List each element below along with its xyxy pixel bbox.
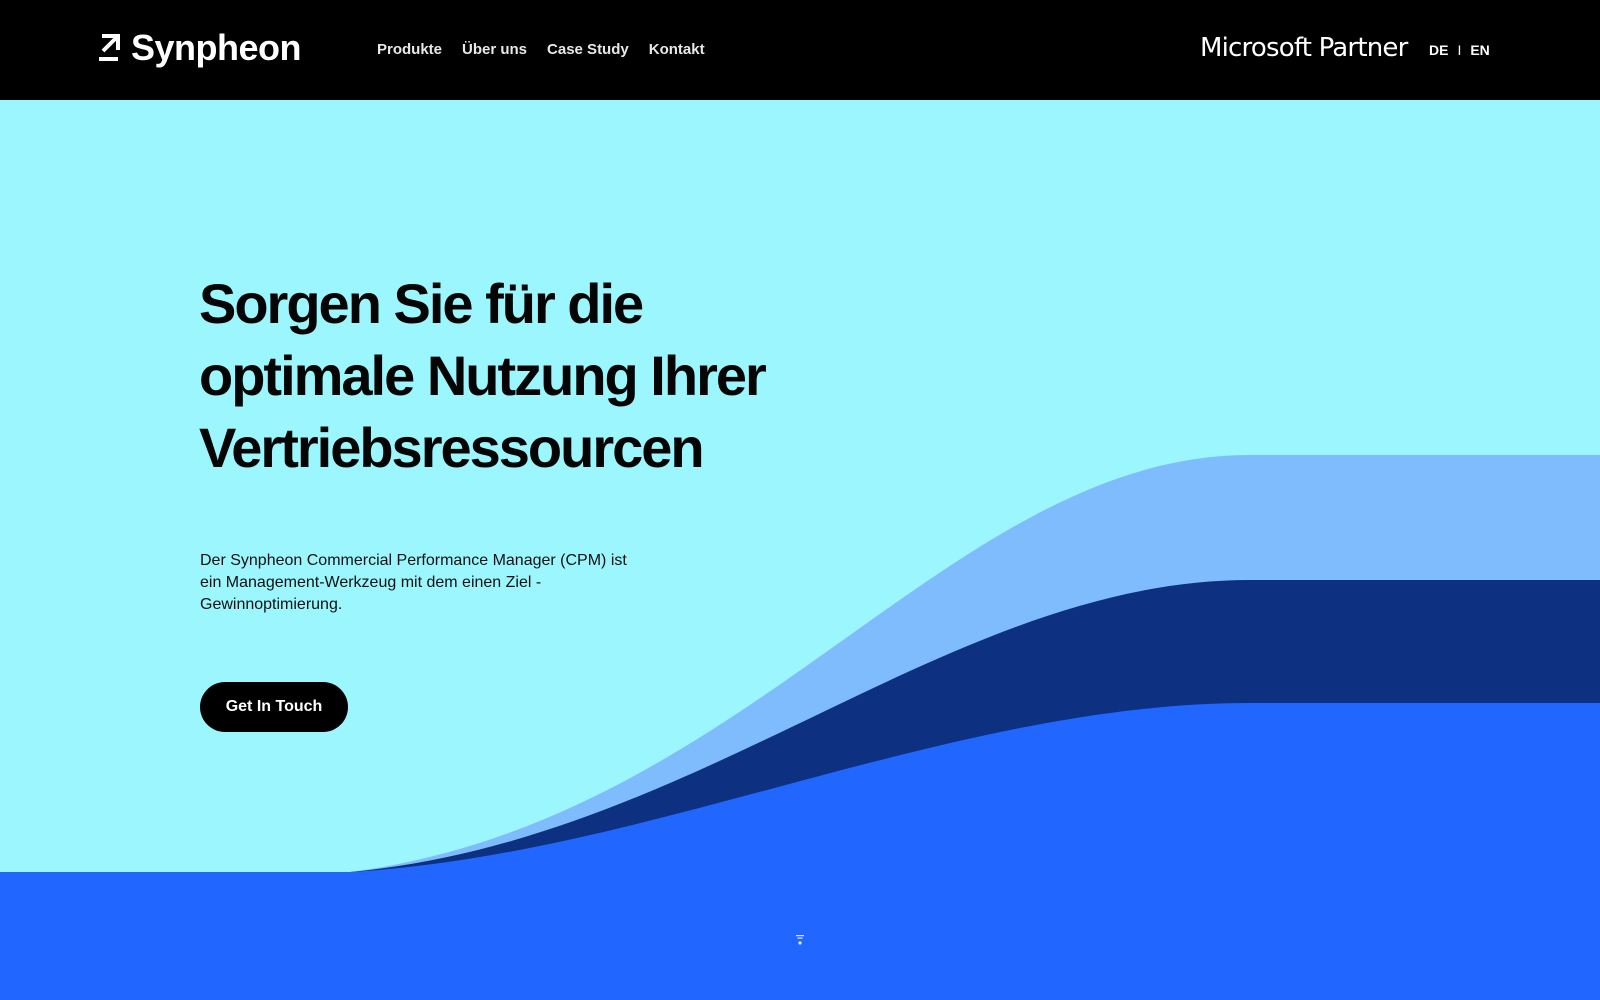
scroll-down-icon[interactable] [795, 934, 805, 946]
nav-item-ueber-uns[interactable]: Über uns [462, 39, 527, 61]
lang-separator: I [1457, 42, 1462, 58]
get-in-touch-button[interactable]: Get In Touch [200, 682, 348, 732]
site-header: Synpheon Produkte Über uns Case Study Ko… [0, 0, 1600, 100]
lang-en-link[interactable]: EN [1470, 39, 1489, 61]
microsoft-partner-badge: Microsoft Partner [1200, 33, 1408, 63]
lang-de-link[interactable]: DE [1429, 39, 1448, 61]
brand-name: Synpheon [131, 27, 302, 68]
brand-logo[interactable]: Synpheon [99, 26, 302, 70]
nav-item-kontakt[interactable]: Kontakt [649, 39, 705, 61]
arrow-up-right-icon [99, 34, 120, 61]
hero-headline: Sorgen Sie für die optimale Nutzung Ihre… [199, 272, 767, 479]
language-switcher: DE I EN [1429, 39, 1490, 61]
nav-item-case-study[interactable]: Case Study [547, 39, 629, 61]
main-nav: Produkte Über uns Case Study Kontakt [377, 39, 705, 61]
nav-item-produkte[interactable]: Produkte [377, 39, 442, 61]
hero-lead-text: Der Synpheon Commercial Performance Mana… [200, 552, 627, 613]
